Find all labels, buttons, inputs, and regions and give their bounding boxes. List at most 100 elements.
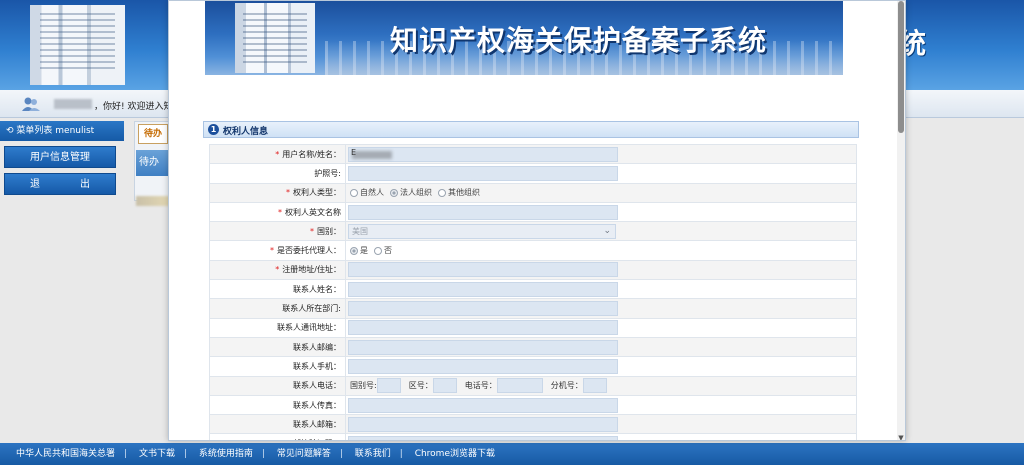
redacted-username — [54, 99, 92, 109]
radio-label[interactable]: 是 — [360, 246, 368, 255]
text-input[interactable] — [348, 358, 618, 374]
radio-button[interactable] — [438, 188, 446, 197]
text-input[interactable] — [348, 165, 618, 181]
text-input[interactable] — [348, 301, 618, 317]
text-input[interactable] — [348, 436, 618, 440]
footer-link-contact[interactable]: 联系我们 — [355, 449, 391, 459]
field-label: 联系人通讯地址： — [209, 317, 346, 338]
field-label-text: 权利人英文名称 — [285, 207, 341, 217]
menu-item-logout[interactable]: 退 出 — [4, 173, 116, 195]
tab-pending[interactable]: 待办 — [138, 124, 168, 144]
phone-part-input[interactable] — [376, 378, 401, 394]
radio-label[interactable]: 否 — [384, 246, 392, 255]
form-row: 联系人手机： — [209, 356, 857, 377]
field-label-text: 联系人手机： — [293, 361, 341, 371]
phone-part-input[interactable] — [496, 378, 543, 394]
radio-button[interactable] — [350, 188, 358, 197]
select-value: 美国 — [352, 226, 368, 236]
field-label: 联系人手机： — [209, 356, 346, 377]
text-input[interactable] — [348, 416, 618, 432]
site-footer: 中华人民共和国海关总署 | 文书下载 | 系统使用指南 | 常见问题解答 | 联系我们 |… — [0, 443, 1024, 465]
required-asterisk: * — [310, 226, 314, 236]
field-label: 联系人电话： — [209, 375, 346, 396]
radio-button[interactable] — [350, 246, 358, 255]
field-value-cell: 国别号: 区号： 电话号： 分机号： — [345, 375, 857, 396]
footer-link-chrome[interactable]: Chrome浏览器下载 — [415, 449, 495, 459]
field-label: 联系人传真： — [209, 394, 346, 416]
welcome-text: ，你好! 欢迎进入知 — [94, 102, 170, 112]
field-value-cell — [345, 201, 857, 223]
footer-link-customs[interactable]: 中华人民共和国海关总署 — [16, 449, 115, 459]
field-value-cell — [345, 336, 857, 358]
radio-button[interactable] — [374, 246, 382, 255]
text-input[interactable] — [348, 397, 618, 413]
field-label-text: 是否委托代理人： — [277, 246, 341, 256]
required-asterisk: * — [275, 149, 280, 159]
modal-scrollbar[interactable]: ▼ — [897, 1, 905, 440]
rightholder-form: * 用户名称/姓名： E 护照号: * 权利人类型： 自然人 法人组织 其他组织 * 权利人英文名称… — [209, 143, 857, 440]
field-label-text: 联系人电话： — [293, 381, 341, 391]
customs-building-image — [30, 5, 125, 85]
footer-link-faq[interactable]: 常见问题解答 — [277, 449, 331, 459]
field-value-cell — [345, 163, 857, 184]
users-icon — [22, 97, 40, 111]
required-asterisk: * — [275, 265, 280, 275]
text-input[interactable]: E — [348, 146, 618, 162]
field-value-cell — [345, 259, 857, 281]
text-input[interactable] — [348, 339, 618, 355]
text-input[interactable] — [348, 320, 618, 336]
redacted-pending-item[interactable] — [136, 196, 170, 206]
radio-button[interactable] — [390, 188, 398, 197]
form-row: 联系人传真： — [209, 394, 857, 416]
field-label-text: 联系人传真： — [293, 400, 341, 410]
field-label: 联系人姓名： — [209, 279, 346, 300]
field-value-cell — [345, 414, 857, 435]
field-label: * 用户名称/姓名： — [209, 143, 346, 165]
section-title: 权利人信息 — [223, 127, 269, 137]
country-select[interactable]: 美国 ⌄ — [348, 223, 616, 239]
radio-label[interactable]: 自然人 — [360, 188, 384, 197]
banner-building-image — [235, 3, 315, 73]
form-row: * 国别： 美国 ⌄ — [209, 221, 857, 242]
field-label-text: 联系人邮箱： — [293, 419, 341, 429]
section-number-badge: 1 — [208, 124, 219, 135]
field-value-cell: E — [345, 143, 857, 165]
required-asterisk: * — [286, 188, 290, 198]
section-header-rightholder: 1 权利人信息 — [203, 121, 859, 138]
footer-link-guide[interactable]: 系统使用指南 — [199, 449, 253, 459]
radio-label[interactable]: 其他组织 — [448, 188, 480, 197]
menu-item-user-info[interactable]: 用户信息管理 — [4, 146, 116, 168]
form-row: 联系人电话： 国别号: 区号： 电话号： 分机号： — [209, 375, 857, 396]
phone-part-input[interactable] — [582, 378, 607, 394]
registration-modal: 知识产权海关保护备案子系统 1 权利人信息 * 用户名称/姓名： E 护照号: * 权利人… — [168, 0, 906, 441]
phone-part-input[interactable] — [432, 378, 457, 394]
field-label-text: 注册地址/住址： — [282, 265, 341, 275]
form-row: 联系人通讯地址： — [209, 317, 857, 338]
field-label-text: 联系人姓名： — [293, 284, 341, 294]
radio-label[interactable]: 法人组织 — [400, 188, 432, 197]
field-label-text: 联系人邮编： — [293, 342, 341, 352]
required-asterisk: * — [278, 207, 282, 217]
system-banner: 知识产权海关保护备案子系统 — [205, 1, 843, 75]
field-label: * 注册地址/住址： — [209, 259, 346, 281]
footer-link-downloads[interactable]: 文书下载 — [139, 449, 175, 459]
menu-header: ⟲ 菜单列表 menulist — [0, 121, 124, 141]
field-label-text: 权利人类型： — [293, 188, 341, 198]
form-row: 邮箱验证码： — [209, 433, 857, 440]
phone-part-label: 区号： — [408, 381, 433, 391]
field-label-text: 护照号: — [314, 168, 341, 178]
field-label-text: 邮箱验证码： — [293, 439, 341, 440]
scroll-down-arrow-icon[interactable]: ▼ — [897, 434, 905, 440]
field-label-text: 联系人通讯地址： — [277, 323, 341, 333]
text-input[interactable] — [348, 262, 618, 278]
chevron-down-icon[interactable]: ⌄ — [603, 225, 611, 238]
text-input[interactable] — [348, 281, 618, 297]
field-value-cell: 自然人 法人组织 其他组织 — [345, 182, 857, 203]
form-row: 联系人姓名： — [209, 279, 857, 300]
form-row: * 注册地址/住址： — [209, 259, 857, 281]
text-input[interactable] — [348, 204, 618, 220]
modal-scrollbar-thumb[interactable] — [898, 1, 904, 133]
phone-part-label: 国别号: — [350, 381, 377, 391]
field-value-cell — [345, 298, 857, 319]
field-value-cell: 美国 ⌄ — [345, 221, 857, 242]
